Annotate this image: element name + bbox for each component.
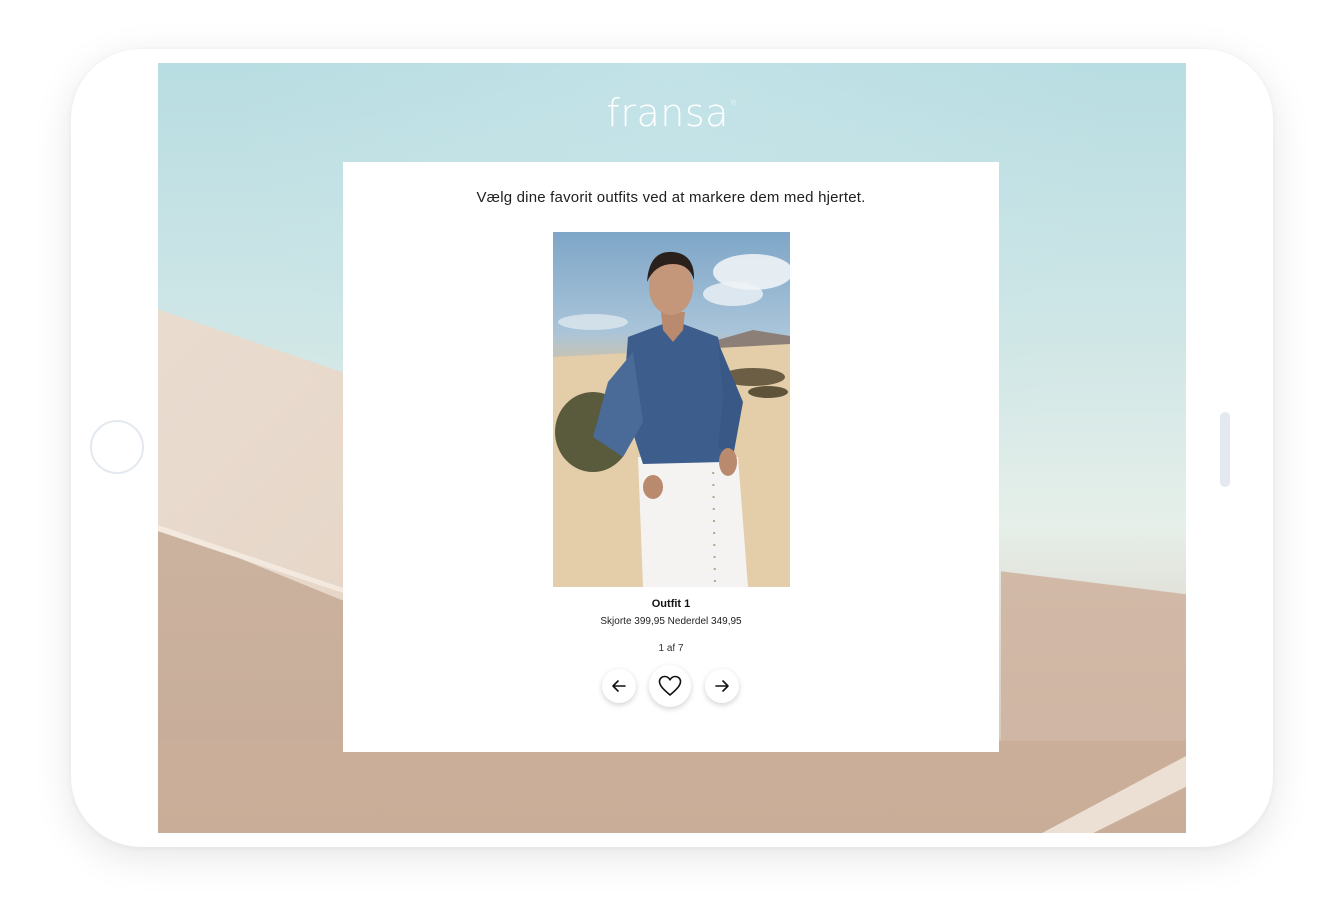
previous-outfit-button[interactable]	[602, 669, 636, 703]
heart-icon	[658, 675, 682, 696]
tablet-side-button	[1220, 412, 1230, 487]
pager-indicator: 1 af 7	[658, 643, 684, 654]
brand-logo: fransa®	[158, 91, 1186, 135]
outfit-title: Outfit 1	[651, 598, 691, 610]
tablet-frame: fransa® Vælg dine favorit outfits ved at…	[71, 49, 1273, 847]
tablet-home-button	[90, 420, 144, 474]
app-screen: fransa® Vælg dine favorit outfits ved at…	[158, 63, 1186, 833]
arrow-left-icon	[612, 680, 626, 692]
favorite-heart-button[interactable]	[649, 665, 691, 707]
next-outfit-button[interactable]	[705, 669, 739, 703]
brand-logo-mark: ®	[729, 99, 738, 107]
outfit-photo	[553, 232, 790, 587]
outfit-price-line: Skjorte 399,95 Nederdel 349,95	[600, 616, 742, 627]
outfit-card: Vælg dine favorit outfits ved at markere…	[343, 162, 999, 752]
outfit-photo-illustration	[553, 251, 790, 587]
arrow-right-icon	[715, 680, 729, 692]
instruction-text: Vælg dine favorit outfits ved at markere…	[476, 189, 866, 206]
brand-logo-text: fransa	[606, 91, 729, 135]
